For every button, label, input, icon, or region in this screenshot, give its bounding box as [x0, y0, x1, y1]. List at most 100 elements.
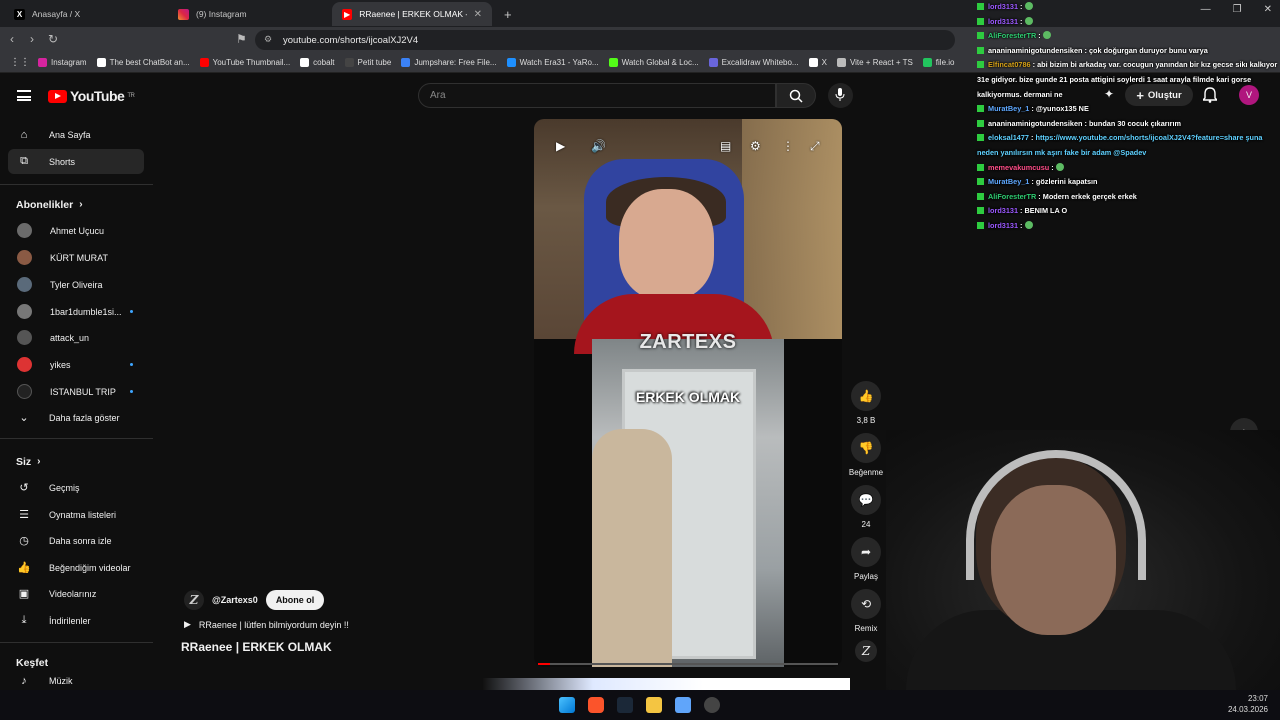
chat-emote-icon	[1042, 31, 1051, 40]
reload-icon[interactable]: ↻	[48, 32, 58, 46]
chat-separator: :	[1018, 220, 1025, 230]
search-button[interactable]	[776, 83, 816, 108]
steam-icon[interactable]	[617, 697, 633, 713]
sidebar-item-liked-videos[interactable]: 👍 Beğendiğim videolar	[8, 555, 144, 580]
sidebar-item-playlists[interactable]: ☰ Oynatma listeleri	[8, 502, 144, 527]
chat-message: lord3131 : BENIM LA O	[977, 204, 1280, 219]
app-icon[interactable]	[675, 697, 691, 713]
remix-button[interactable]: ⟲ Remix	[847, 589, 885, 633]
tab-youtube[interactable]: ▶ RRaenee | ERKEK OLMAK - YouTube ✕	[332, 2, 492, 26]
microphone-icon	[835, 88, 845, 101]
bookmark-item[interactable]: Instagram	[38, 58, 87, 67]
subscribe-button[interactable]: Abone ol	[265, 590, 325, 610]
play-icon[interactable]: ▶	[556, 139, 565, 153]
bookmark-item[interactable]: YouTube Thumbnail...	[199, 58, 290, 67]
bookmark-item[interactable]: Watch Era31 - YaRo...	[506, 58, 599, 67]
channel-avatar[interactable]: Z	[184, 590, 204, 610]
show-more-button[interactable]: ⌄ Daha fazla göster	[8, 405, 144, 430]
bookmark-favicon-icon	[300, 58, 310, 67]
sidebar-item-music[interactable]: ♪ Müzik	[8, 673, 144, 689]
chat-badge-icon	[977, 119, 984, 127]
chat-text: Modern erkek gerçek erkek	[1042, 191, 1137, 201]
bookmark-item[interactable]: Excalidraw Whitebo...	[708, 58, 799, 67]
channel-avatar	[17, 277, 32, 292]
bookmark-item[interactable]: file.io	[922, 58, 954, 67]
video-progress-bar[interactable]	[538, 663, 838, 665]
windows-start-icon[interactable]	[559, 697, 575, 713]
shorts-icon: ⧉	[20, 155, 28, 167]
sidebar-item-your-videos[interactable]: ▣ Videolarınız	[8, 581, 144, 606]
tab-x[interactable]: X Anasayfa / X	[4, 2, 169, 26]
obs-icon[interactable]	[704, 697, 720, 713]
forward-icon[interactable]: ›	[30, 32, 34, 46]
chat-text: çok doğurgan duruyor bunu varya	[1088, 45, 1208, 55]
bookmark-item[interactable]: Vite + React + TS	[836, 58, 913, 67]
sound-avatar[interactable]: Z	[847, 640, 885, 667]
video-title[interactable]: RRaenee | ERKEK OLMAK	[181, 640, 332, 654]
bookmark-favicon-icon	[608, 58, 618, 67]
like-button[interactable]: 👍 3,8 B	[847, 381, 885, 425]
subscriptions-heading[interactable]: Abonelikler ›	[16, 199, 83, 211]
search-input[interactable]: Ara	[418, 83, 776, 108]
subscription-item[interactable]: KÜRT MURAT	[8, 245, 144, 270]
more-vertical-icon[interactable]: ⋮	[782, 139, 794, 153]
dislike-button[interactable]: 👎 Beğenme	[847, 433, 885, 477]
bookmark-item[interactable]: Watch Global & Loc...	[608, 58, 699, 67]
channel-handle[interactable]: @Zartexs0	[212, 595, 258, 605]
explore-heading: Keşfet	[16, 657, 49, 669]
bookmark-icon[interactable]: ⚑	[236, 32, 247, 46]
youtube-logo[interactable]: YouTube TR	[48, 88, 135, 104]
video-caption-mid: ERKEK OLMAK	[635, 389, 741, 405]
sidebar-item-watch-later[interactable]: ◷ Daha sonra izle	[8, 528, 144, 553]
video-top-streamer-frame	[534, 119, 842, 354]
system-clock[interactable]: 23:07 24.03.2026	[1228, 693, 1268, 715]
chat-separator: :	[1036, 31, 1043, 41]
share-button[interactable]: ➦ Paylaş	[847, 537, 885, 581]
fullscreen-icon[interactable]: ⤢	[810, 139, 820, 154]
brave-browser-icon[interactable]	[588, 697, 604, 713]
bookmark-item[interactable]: X	[808, 58, 827, 67]
back-icon[interactable]: ‹	[10, 32, 14, 46]
url-field[interactable]: ⚙ youtube.com/shorts/ijcoalXJ2V4	[255, 30, 955, 50]
volume-icon[interactable]: 🔊	[591, 139, 606, 153]
bookmark-item[interactable]: cobalt	[300, 58, 335, 67]
subscription-item[interactable]: yikes	[8, 352, 144, 377]
you-heading[interactable]: Siz ›	[16, 456, 41, 468]
file-explorer-icon[interactable]	[646, 697, 662, 713]
video-description[interactable]: ▶ RRaenee | lütfen bilmiyordum deyin !!	[184, 619, 349, 630]
sidebar-item-home[interactable]: ⌂ Ana Sayfa	[8, 122, 144, 147]
subscription-item[interactable]: Tyler Oliveira	[8, 272, 144, 297]
apps-grid-icon[interactable]: ⋮⋮	[10, 57, 30, 68]
like-icon: 👍	[17, 562, 31, 574]
subscription-item[interactable]: 1bar1dumble1si...	[8, 299, 144, 324]
subscription-item[interactable]: attack_un	[8, 325, 144, 350]
chat-badge-icon	[977, 32, 984, 40]
bookmark-item[interactable]: Jumpshare: Free File...	[401, 58, 497, 67]
chat-badge-icon	[977, 221, 984, 229]
captions-icon[interactable]: ▤	[720, 139, 731, 153]
new-tab-button[interactable]: +	[494, 2, 518, 26]
overlay-light-bar	[483, 678, 850, 690]
site-info-icon[interactable]: ⚙	[264, 34, 272, 45]
subscription-item[interactable]: Ahmet Uçucu	[8, 218, 144, 243]
settings-gear-icon[interactable]: ⚙	[750, 139, 761, 153]
tab-instagram[interactable]: (9) Instagram	[168, 2, 333, 26]
subscription-item[interactable]: ISTANBUL TRIP	[8, 379, 144, 404]
comments-button[interactable]: 💬 24	[847, 485, 885, 529]
bookmark-favicon-icon	[401, 58, 411, 67]
chat-message: MuratBey_1 : gözlerini kapatsın	[977, 175, 1280, 190]
menu-icon[interactable]	[17, 90, 31, 101]
chat-message: lord3131 :	[977, 0, 1280, 15]
chat-username: Elfincat0786	[988, 60, 1031, 70]
chat-username: MuratBey_1	[988, 177, 1030, 187]
bookmark-item[interactable]: Petit tube	[344, 58, 391, 67]
sidebar-item-history[interactable]: ↺ Geçmiş	[8, 475, 144, 500]
channel-avatar	[17, 304, 32, 319]
sidebar-item-downloads[interactable]: ⤓ İndirilenler	[8, 608, 144, 633]
chat-message: lord3131 :	[977, 15, 1280, 30]
bookmark-item[interactable]: The best ChatBot an...	[96, 58, 190, 67]
voice-search-button[interactable]	[828, 83, 853, 108]
shorts-video-player[interactable]: ZARTEXS ERKEK OLMAK ▶ 🔊 ▤ ⚙ ⋮ ⤢	[534, 119, 842, 667]
sidebar-item-shorts[interactable]: ⧉ Shorts	[8, 149, 144, 174]
close-tab-icon[interactable]: ✕	[474, 9, 482, 20]
